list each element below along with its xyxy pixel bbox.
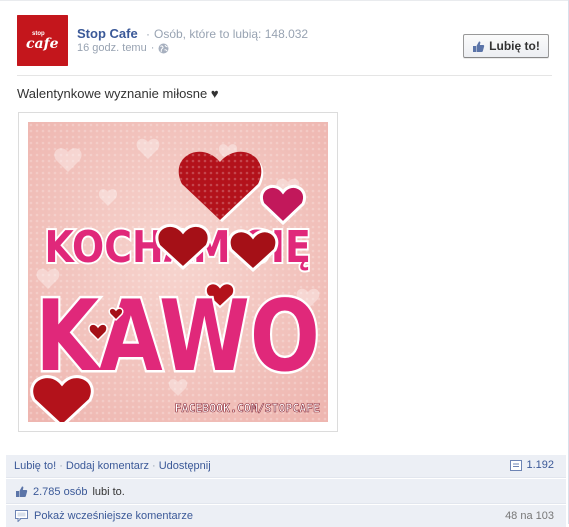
share-link[interactable]: Udostępnij xyxy=(159,460,211,472)
post-action-bar: Lubię to! · Dodaj komentarz · Udostępnij 1.1… xyxy=(6,455,566,478)
share-count-value: 1.192 xyxy=(526,459,554,471)
image-watermark: FACEBOOK.COM/STOPCAFE xyxy=(175,401,320,415)
meta-separator: · xyxy=(150,42,155,54)
comment-bubble-icon xyxy=(15,510,28,522)
view-previous-comments-link[interactable]: Pokaż wcześniejsze komentarze xyxy=(34,510,193,522)
post-time-row: 16 godz. temu · xyxy=(77,42,169,54)
post-message: Walentynkowe wyznanie miłosne ♥ xyxy=(17,86,219,101)
like-page-button[interactable]: Lubię to! xyxy=(463,34,549,58)
post-actions: Lubię to! · Dodaj komentarz · Udostępnij xyxy=(14,460,211,472)
comments-pager: 48 na 103 xyxy=(505,510,554,522)
logo-text-main: cafe xyxy=(26,36,59,52)
globe-icon xyxy=(158,43,169,53)
stop-cafe-logo: stop cafe xyxy=(17,15,68,66)
share-count-icon xyxy=(510,459,523,471)
likes-suffix: lubi to. xyxy=(92,485,125,498)
add-comment-link[interactable]: Dodaj komentarz xyxy=(66,460,149,472)
post-timestamp[interactable]: 16 godz. temu xyxy=(77,42,147,54)
like-page-label: Lubię to! xyxy=(489,39,540,53)
likes-count-link[interactable]: 2.785 osób xyxy=(33,486,87,498)
share-count[interactable]: 1.192 xyxy=(510,459,554,471)
like-post-link[interactable]: Lubię to! xyxy=(14,460,56,472)
post-likes-row: 2.785 osób lubi to. xyxy=(6,479,566,504)
meta-separator: · xyxy=(146,27,150,41)
frame-top-border xyxy=(0,0,569,1)
thumbs-up-icon xyxy=(16,486,28,497)
valentine-image: KOCHAM SIĘ KAWO FACEBOOK.COM/STOPCAFE xyxy=(28,122,328,422)
post-photo[interactable]: KOCHAM SIĘ KAWO FACEBOOK.COM/STOPCAFE xyxy=(18,112,338,432)
page-avatar[interactable]: stop cafe xyxy=(17,15,68,66)
action-separator: · xyxy=(152,460,156,472)
page-name-link[interactable]: Stop Cafe xyxy=(77,26,138,41)
header-divider xyxy=(17,75,552,76)
action-separator: · xyxy=(59,460,63,472)
thumbs-up-icon xyxy=(473,40,485,52)
page-likes-count: Osób, które to lubią: 148.032 xyxy=(154,27,309,41)
page-likes-meta: · Osób, które to lubią: 148.032 xyxy=(146,27,308,41)
